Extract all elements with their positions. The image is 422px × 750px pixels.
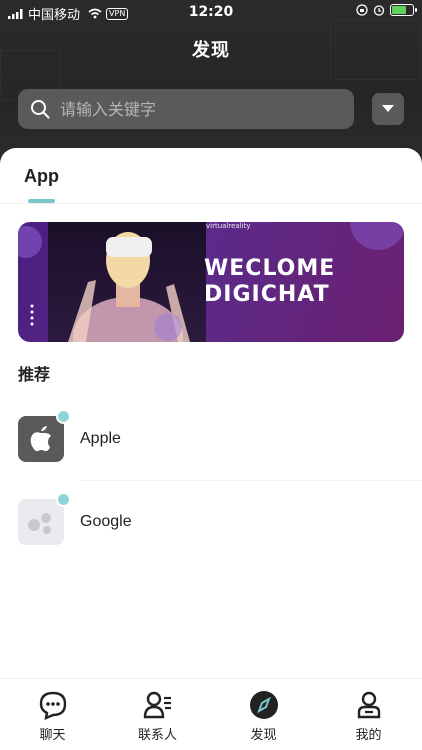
tab-bar: App: [0, 148, 422, 204]
apple-glyph: [30, 426, 51, 452]
google-glyph: [28, 513, 51, 534]
nav-label: 我的: [355, 728, 382, 743]
app-name: Google: [80, 513, 132, 530]
nav-item-discover[interactable]: 发现: [211, 679, 316, 750]
search-input[interactable]: [60, 99, 320, 119]
dropdown-button[interactable]: [372, 93, 404, 125]
search-icon: [31, 100, 50, 119]
caret-down-icon: [382, 105, 394, 112]
nav-label: 联系人: [137, 728, 177, 743]
bottom-nav: 聊天 联系人 发现 我的: [0, 678, 422, 750]
app-list-item-google[interactable]: Google: [0, 483, 422, 563]
link-badge-icon: [56, 492, 71, 507]
apple-logo-icon: [18, 416, 64, 462]
banner-line-2: DIGICHAT: [204, 282, 330, 307]
header-area: 中国移动 VPN 12:20 发现: [0, 0, 422, 170]
page-title: 发现: [192, 40, 230, 61]
tab-indicator: [28, 199, 55, 203]
nav-label: 发现: [250, 728, 277, 743]
promo-banner[interactable]: virtualreality WECLOME DIGICHAT: [18, 222, 404, 342]
contacts-icon: [143, 691, 171, 719]
chat-bubble-icon: [39, 691, 67, 720]
section-title-recommend: 推荐: [18, 365, 51, 384]
nav-item-me[interactable]: 我的: [316, 679, 421, 750]
google-dots-icon: [18, 499, 64, 545]
status-bar: 中国移动 VPN 12:20: [0, 0, 422, 24]
alarm-icon: [373, 5, 385, 16]
nav-label: 聊天: [39, 728, 66, 743]
banner-line-1: WECLOME: [204, 256, 336, 281]
link-badge-icon: [56, 409, 71, 424]
content-sheet: App virtualreality WECLOME DIGICHAT 推荐 A…: [0, 148, 422, 750]
nav-item-contacts[interactable]: 联系人: [105, 679, 210, 750]
compass-icon: [250, 691, 278, 719]
app-list-item-apple[interactable]: Apple: [0, 400, 422, 480]
profile-icon: [357, 691, 381, 719]
app-name: Apple: [80, 430, 121, 447]
nav-item-chat[interactable]: 聊天: [0, 679, 105, 750]
list-divider: [80, 480, 422, 481]
rotation-lock-icon: [356, 4, 368, 16]
tab-app[interactable]: App: [24, 166, 59, 187]
banner-headline: WECLOME DIGICHAT: [204, 256, 335, 308]
search-bar[interactable]: [18, 89, 354, 129]
banner-brand: virtualreality: [206, 222, 251, 230]
battery-icon: [390, 4, 417, 16]
